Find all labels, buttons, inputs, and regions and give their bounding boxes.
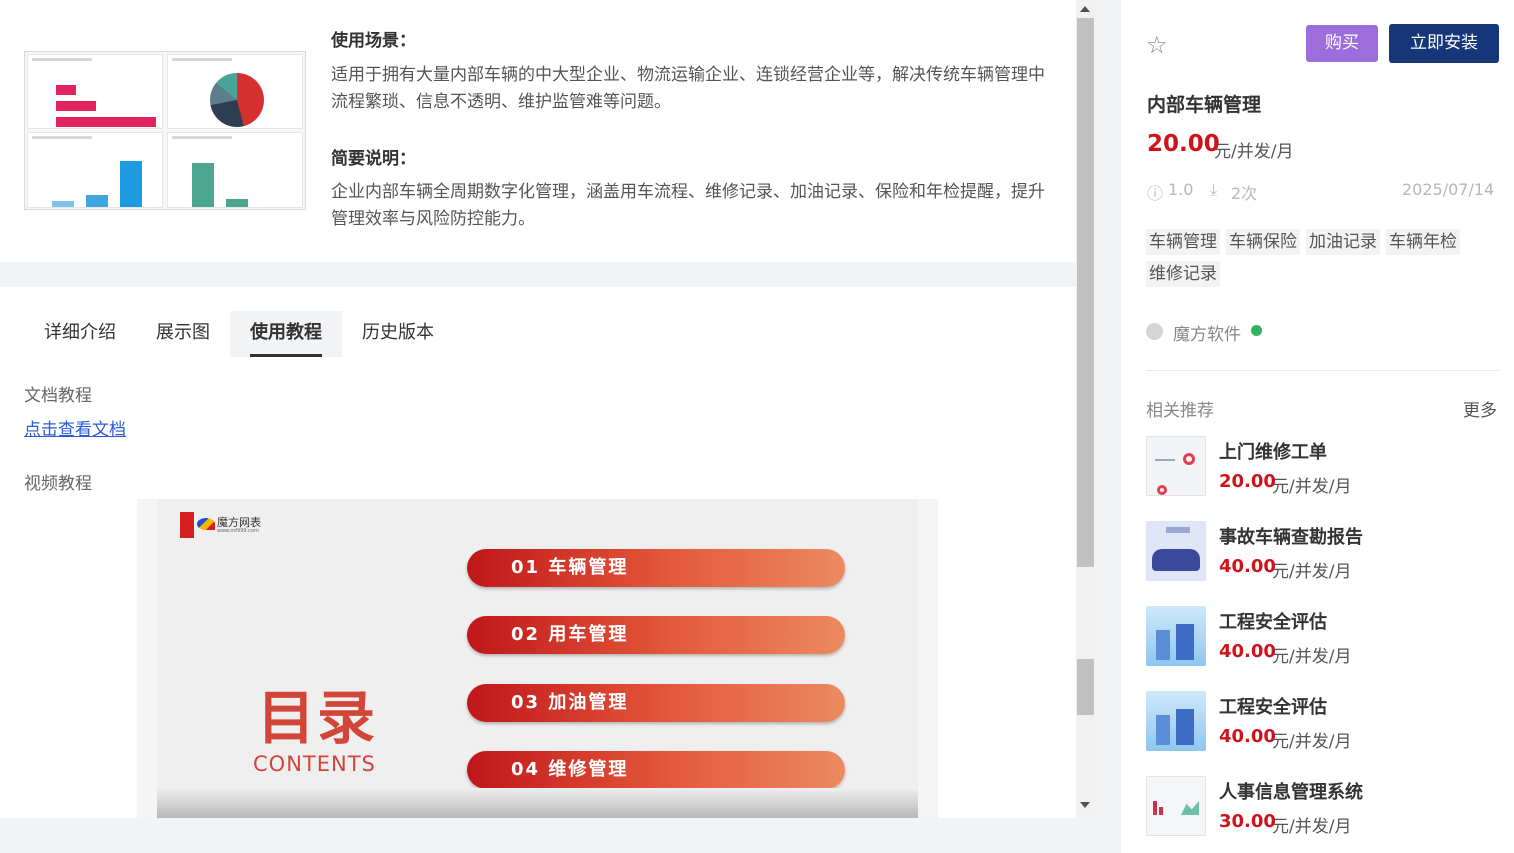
video-logo-url: www.mf999.com: [217, 528, 259, 534]
related-item-unit: 元/并发/月: [1272, 477, 1352, 497]
contents-item: 01 车辆管理: [467, 549, 845, 587]
video-subtitle: CONTENTS: [253, 752, 376, 776]
related-thumb[interactable]: [1146, 691, 1206, 751]
contents-item: 04 维修管理: [467, 751, 845, 789]
video-title: 目录: [257, 684, 378, 752]
main-content: 使用场景： 适用于拥有大量内部车辆的中大型企业、物流运输企业、连锁经营企业等，解…: [0, 0, 1076, 818]
related-item-price: 40.00: [1219, 641, 1276, 662]
version-number: 1.0: [1168, 180, 1194, 199]
summary-heading: 简要说明：: [331, 149, 416, 169]
contents-item: 02 用车管理: [467, 616, 845, 654]
related-item-unit: 元/并发/月: [1272, 647, 1352, 667]
scroll-thumb[interactable]: [1077, 18, 1094, 567]
doc-tutorial-label: 文档教程: [24, 386, 92, 406]
related-item-name[interactable]: 事故车辆查勘报告: [1219, 523, 1363, 549]
related-more-link[interactable]: 更多: [1463, 396, 1497, 421]
related-item-price: 30.00: [1219, 811, 1276, 832]
tag[interactable]: 车辆管理: [1146, 229, 1220, 255]
view-doc-link[interactable]: 点击查看文档: [24, 415, 126, 440]
release-date: 2025/07/14: [1402, 180, 1495, 199]
related-title: 相关推荐: [1146, 401, 1214, 421]
related-item-unit: 元/并发/月: [1272, 562, 1352, 582]
product-price: 20.00: [1147, 131, 1220, 157]
related-item-price: 20.00: [1219, 471, 1276, 492]
video-shadow: [157, 788, 918, 818]
buy-button[interactable]: 购买: [1306, 25, 1378, 62]
tag[interactable]: 车辆年检: [1386, 229, 1460, 255]
verified-icon: [1251, 325, 1262, 336]
related-thumb[interactable]: [1146, 521, 1206, 581]
author-avatar: [1146, 323, 1163, 340]
related-item-price: 40.00: [1219, 556, 1276, 577]
video-tutorial-label: 视频教程: [24, 474, 92, 494]
video-frame: 魔方网表 www.mf999.com 目录 CONTENTS 01 车辆管理 0…: [157, 499, 918, 818]
logo-swoosh-icon: [197, 518, 215, 530]
tag[interactable]: 加油记录: [1306, 229, 1380, 255]
video-player[interactable]: 魔方网表 www.mf999.com 目录 CONTENTS 01 车辆管理 0…: [137, 499, 938, 818]
tag[interactable]: 维修记录: [1146, 261, 1220, 287]
product-price-unit: 元/并发/月: [1214, 142, 1294, 162]
related-item-price: 40.00: [1219, 726, 1276, 747]
tab-tutorial[interactable]: 使用教程: [230, 311, 342, 357]
related-item-unit: 元/并发/月: [1272, 817, 1352, 837]
tab-intro[interactable]: 详细介绍: [24, 311, 136, 357]
related-thumb[interactable]: [1146, 776, 1206, 836]
scroll-down-icon[interactable]: [1080, 802, 1090, 808]
tab-history[interactable]: 历史版本: [342, 311, 454, 357]
author-name[interactable]: 魔方软件: [1173, 320, 1241, 345]
install-button[interactable]: 立即安装: [1389, 24, 1499, 63]
logo-bar-icon: [180, 512, 194, 538]
tab-gallery[interactable]: 展示图: [136, 311, 230, 357]
scroll-up-icon[interactable]: [1080, 6, 1090, 12]
scenario-heading: 使用场景：: [331, 31, 416, 51]
related-item-name[interactable]: 工程安全评估: [1219, 693, 1327, 719]
page-footer-band: [0, 818, 1121, 853]
related-item-unit: 元/并发/月: [1272, 732, 1352, 752]
summary-text: 企业内部车辆全周期数字化管理，涵盖用车流程、维修记录、加油记录、保险和年检提醒，…: [331, 182, 1045, 229]
favorite-star-icon[interactable]: ☆: [1146, 31, 1168, 59]
related-item-name[interactable]: 人事信息管理系统: [1219, 778, 1363, 804]
product-screenshot[interactable]: [24, 51, 306, 210]
scenario-text: 适用于拥有大量内部车辆的中大型企业、物流运输企业、连锁经营企业等，解决传统车辆管…: [331, 65, 1045, 112]
info-icon: ⓘ: [1147, 184, 1164, 203]
product-name: 内部车辆管理: [1147, 94, 1262, 116]
contents-item: 03 加油管理: [467, 684, 845, 722]
sidebar-divider: [1146, 370, 1499, 371]
overview-section: 使用场景： 适用于拥有大量内部车辆的中大型企业、物流运输企业、连锁经营企业等，解…: [0, 0, 1076, 262]
related-item-name[interactable]: 上门维修工单: [1219, 438, 1327, 464]
scroll-thumb-secondary[interactable]: [1077, 659, 1094, 715]
related-thumb[interactable]: [1146, 606, 1206, 666]
download-icon: ⤓: [1210, 180, 1218, 199]
download-count: 2次: [1231, 184, 1258, 203]
tag[interactable]: 车辆保险: [1226, 229, 1300, 255]
detail-tabs: 详细介绍 展示图 使用教程 历史版本: [24, 311, 454, 357]
section-divider: [0, 262, 1076, 287]
related-thumb[interactable]: [1146, 436, 1206, 496]
related-item-name[interactable]: 工程安全评估: [1219, 608, 1327, 634]
